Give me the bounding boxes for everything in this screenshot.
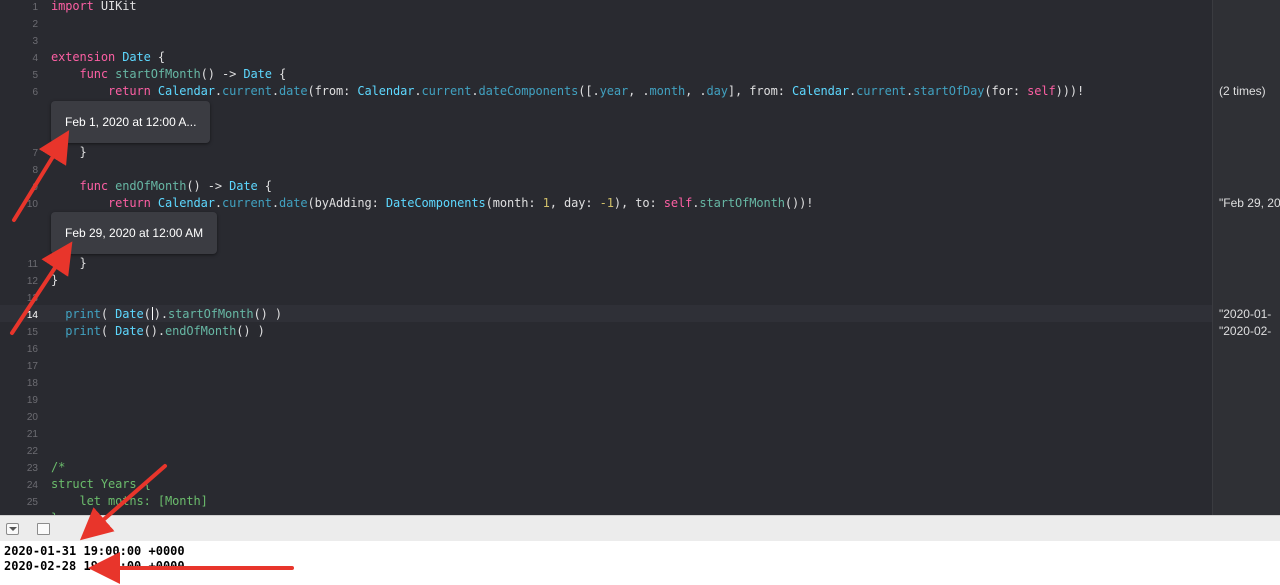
- result-value[interactable]: "2020-02-: [1219, 324, 1271, 338]
- line-number: 12: [26, 276, 38, 287]
- result-value[interactable]: (2 times): [1219, 84, 1266, 98]
- results-sidebar: (2 times) "Feb 29, 20 "2020-01- "2020-02…: [1212, 0, 1280, 515]
- line-number: 18: [26, 378, 38, 389]
- code-line: print( Date().endOfMonth() ): [65, 324, 265, 338]
- line-number: 7: [32, 148, 38, 159]
- debug-area-toolbar: [0, 515, 1280, 542]
- line-number: 19: [26, 395, 38, 406]
- line-number: 14: [26, 310, 38, 321]
- code-line: struct Years {: [51, 477, 151, 491]
- line-number: 16: [26, 344, 38, 355]
- stop-icon[interactable]: [37, 523, 50, 535]
- line-number: 6: [32, 87, 38, 98]
- line-number: 24: [26, 480, 38, 491]
- inline-result-popup[interactable]: Feb 29, 2020 at 12:00 AM: [51, 212, 218, 254]
- line-number: 17: [26, 361, 38, 372]
- text-cursor: [151, 307, 153, 320]
- line-number: 13: [26, 293, 38, 304]
- console-line: 2020-02-28 19:00:00 +0000: [4, 559, 185, 573]
- code-line: func endOfMonth() -> Date {: [79, 179, 272, 193]
- line-number: 23: [26, 463, 38, 474]
- code-line: return Calendar.current.date(from: Calen…: [108, 84, 1085, 98]
- code-line: import UIKit: [51, 0, 137, 13]
- line-number: 22: [26, 446, 38, 457]
- result-value[interactable]: "Feb 29, 20: [1219, 196, 1280, 210]
- code-line: func startOfMonth() -> Date {: [79, 67, 287, 81]
- line-number: 5: [32, 70, 38, 81]
- code-line: }: [51, 256, 87, 270]
- line-number: 9: [32, 182, 38, 193]
- code-line: let moths: [Month]: [51, 494, 208, 508]
- line-number: 20: [26, 412, 38, 423]
- code-line: return Calendar.current.date(byAdding: D…: [108, 196, 814, 210]
- code-line: extension Date {: [51, 50, 165, 64]
- line-number: 15: [26, 327, 38, 338]
- line-number: 10: [26, 199, 38, 210]
- code-line: }: [51, 273, 59, 287]
- code-line: /*: [51, 460, 66, 474]
- hide-debug-area-icon[interactable]: [6, 523, 19, 535]
- line-number: 8: [32, 165, 38, 176]
- result-value[interactable]: "2020-01-: [1219, 307, 1271, 321]
- inline-result-popup[interactable]: Feb 1, 2020 at 12:00 A...: [51, 101, 211, 143]
- line-number: 4: [32, 53, 38, 64]
- line-number: 2: [32, 19, 38, 30]
- code-editor[interactable]: 1 2 3 4 5 6 7 8 9 10 11 12 13 14 15 16 1…: [0, 0, 1212, 515]
- line-number: 21: [26, 429, 38, 440]
- code-line: }: [51, 145, 87, 159]
- line-number: 25: [26, 497, 38, 508]
- console-line: 2020-01-31 19:00:00 +0000: [4, 544, 185, 558]
- line-number: 11: [27, 259, 38, 270]
- code-line: print( Date().startOfMonth() ): [65, 307, 282, 321]
- xcode-playground-window: 1 2 3 4 5 6 7 8 9 10 11 12 13 14 15 16 1…: [0, 0, 1280, 585]
- console-output[interactable]: 2020-01-31 19:00:00 +0000 2020-02-28 19:…: [0, 541, 1280, 585]
- line-number: 1: [32, 2, 38, 13]
- line-number: 3: [32, 36, 38, 47]
